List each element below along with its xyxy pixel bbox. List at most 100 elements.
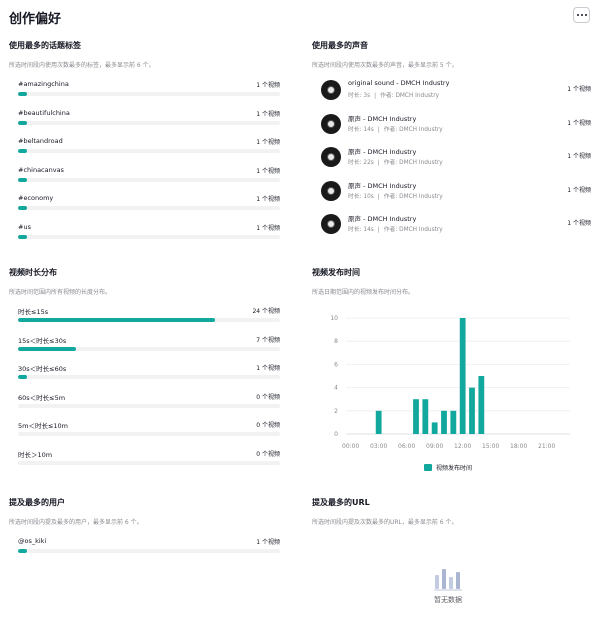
list-item: #chinacanvas 1 个视频 bbox=[18, 166, 280, 188]
sound-name: original sound - DMCH Industry bbox=[348, 79, 450, 87]
music-disc-icon bbox=[321, 147, 341, 167]
chart-bar[interactable] bbox=[441, 410, 447, 434]
item-value: 0 个视频 bbox=[256, 451, 280, 458]
chart-bar[interactable] bbox=[459, 318, 466, 434]
sound-duration: 时长: 10s bbox=[348, 193, 374, 200]
chart-bar[interactable] bbox=[375, 410, 382, 434]
sound-list: original sound - DMCH Industry 时长: 3s | 作者:… bbox=[312, 78, 592, 248]
sound-value: 1 个视频 bbox=[567, 119, 591, 127]
hashtags-desc: 所选时间段内使用次数最多的标签，最多显示前 6 个。 bbox=[9, 62, 155, 69]
sound-duration: 时长: 14s bbox=[348, 227, 374, 233]
progress-fill bbox=[18, 206, 28, 211]
progress-fill bbox=[18, 177, 28, 182]
sound-meta: 时长: 22s | 作者: DMCH Industry bbox=[348, 157, 443, 166]
publish-title: 视频发布时间 bbox=[312, 268, 360, 277]
sound-value: 1 个视频 bbox=[567, 153, 591, 160]
meta-separator: | bbox=[377, 227, 380, 233]
sound-value: 1 个视频 bbox=[567, 220, 591, 227]
y-tick-label: 0 bbox=[334, 431, 338, 438]
item-value: 1 个视频 bbox=[256, 225, 280, 232]
sound-item[interactable]: 原声 - DMCH Industry 时长: 14s | 作者: DMCH Indus… bbox=[321, 112, 591, 138]
publish-panel: 视频发布时间 所选日期范围内的视频发布时间分布。 bbox=[312, 267, 582, 296]
sound-name: 原声 - DMCH Industry bbox=[348, 114, 417, 123]
sound-item[interactable]: 原声 - DMCH Industry 时长: 22s | 作者: DMCH Indus… bbox=[321, 145, 591, 171]
music-disc-icon bbox=[321, 180, 341, 201]
progress-fill bbox=[18, 120, 28, 125]
progress-fill bbox=[18, 92, 28, 96]
hashtag-list: #amazingchina 1 个视频 #beautifulchina 1 个视频 #b… bbox=[18, 80, 280, 250]
list-item: #beltandroad 1 个视频 bbox=[18, 137, 280, 159]
more-dots-icon bbox=[576, 14, 579, 16]
sound-value: 1 个视频 bbox=[567, 86, 591, 93]
item-label: #us bbox=[18, 223, 31, 231]
item-label: 60s＜时长≤5m bbox=[18, 393, 66, 402]
sound-meta: 时长: 3s | 作者: DMCH Industry bbox=[348, 90, 439, 99]
sound-item[interactable]: 原声 - DMCH Industry 时长: 10s | 作者: DMCH Indus… bbox=[321, 179, 591, 205]
sound-meta: 时长: 14s | 作者: DMCH Industry bbox=[348, 124, 443, 133]
progress-fill bbox=[18, 235, 28, 239]
item-label: 时长≤15s bbox=[18, 308, 49, 316]
chart-bar[interactable] bbox=[422, 399, 429, 434]
list-item: 60s＜时长≤5m 0 个视频 bbox=[18, 392, 280, 414]
progress-track bbox=[18, 120, 280, 125]
publish-desc: 所选日期范围内的视频发布时间分布。 bbox=[312, 289, 415, 296]
chart-legend[interactable]: 视频发布时间 bbox=[424, 463, 472, 472]
item-label: #economy bbox=[18, 194, 54, 203]
chart-bar[interactable] bbox=[431, 422, 438, 434]
progress-track bbox=[18, 206, 280, 211]
hashtags-panel: 使用最多的话题标签 所选时间段内使用次数最多的标签，最多显示前 6 个。 bbox=[9, 40, 279, 69]
x-tick-label: 18:00 bbox=[510, 443, 527, 450]
music-disc-icon bbox=[321, 214, 341, 234]
x-tick-label: 03:00 bbox=[370, 443, 387, 450]
sound-author: 作者: DMCH Industry bbox=[380, 93, 440, 99]
y-tick-label: 8 bbox=[334, 338, 338, 345]
sound-author: 作者: DMCH Industry bbox=[383, 227, 443, 233]
chart-bar[interactable] bbox=[450, 410, 457, 434]
chart-bar[interactable] bbox=[469, 387, 475, 434]
list-item: 5m＜时长≤10m 0 个视频 bbox=[18, 420, 280, 442]
progress-track bbox=[18, 177, 280, 182]
sound-meta: 时长: 14s | 作者: DMCH Industry bbox=[348, 224, 443, 233]
empty-state-text: 暂无数据 bbox=[434, 596, 462, 604]
list-item: 时长＞10m 0 个视频 bbox=[18, 449, 280, 471]
list-item: 30s＜时长≤60s 1 个视频 bbox=[18, 363, 280, 385]
users-desc: 所选时间段内提及最多的用户，最多显示前 6 个。 bbox=[9, 519, 143, 526]
users-title: 提及最多的用户 bbox=[9, 498, 65, 507]
users-panel: 提及最多的用户 所选时间段内提及最多的用户，最多显示前 6 个。 bbox=[9, 497, 279, 526]
y-tick-label: 6 bbox=[334, 361, 338, 368]
urls-empty-state: 暂无数据 bbox=[421, 565, 475, 605]
y-tick-label: 4 bbox=[334, 385, 338, 392]
item-value: 1 个视频 bbox=[256, 365, 280, 373]
more-options-button[interactable] bbox=[573, 7, 590, 23]
progress-fill bbox=[18, 149, 28, 154]
sound-duration: 时长: 14s bbox=[348, 126, 374, 133]
music-disc-icon bbox=[321, 113, 341, 134]
list-item: #us 1 个视频 bbox=[18, 223, 280, 245]
legend-swatch bbox=[424, 464, 432, 471]
item-label: @os_kiki bbox=[18, 537, 47, 545]
hashtags-title: 使用最多的话题标签 bbox=[9, 41, 81, 50]
item-value: 1 个视频 bbox=[256, 82, 280, 89]
x-tick-label: 06:00 bbox=[398, 443, 415, 450]
sound-name: 原声 - DMCH Industry bbox=[348, 181, 417, 190]
y-tick-label: 10 bbox=[330, 315, 338, 322]
progress-track bbox=[18, 149, 280, 154]
item-label: #amazingchina bbox=[18, 80, 69, 88]
sound-name: 原声 - DMCH Industry bbox=[348, 148, 417, 156]
list-item: 时长≤15s 24 个视频 bbox=[18, 306, 280, 328]
progress-track bbox=[18, 92, 280, 96]
progress-track bbox=[18, 403, 280, 408]
empty-chart-icon bbox=[434, 569, 462, 591]
item-label: #beltandroad bbox=[18, 137, 63, 146]
progress-track bbox=[18, 549, 280, 553]
x-tick-label: 00:00 bbox=[342, 443, 359, 450]
user-list: @os_kiki 1 个视频 bbox=[18, 537, 280, 567]
sound-item[interactable]: 原声 - DMCH Industry 时长: 14s | 作者: DMCH Indus… bbox=[321, 212, 591, 238]
legend-label: 视频发布时间 bbox=[436, 465, 473, 472]
chart-bar[interactable] bbox=[478, 376, 485, 434]
sound-item[interactable]: original sound - DMCH Industry 时长: 3s | 作者:… bbox=[321, 78, 591, 104]
chart-bar[interactable] bbox=[413, 399, 419, 434]
page-title: 创作偏好 bbox=[9, 12, 62, 27]
durations-title: 视频时长分布 bbox=[9, 268, 57, 277]
item-value: 24 个视频 bbox=[252, 308, 280, 315]
